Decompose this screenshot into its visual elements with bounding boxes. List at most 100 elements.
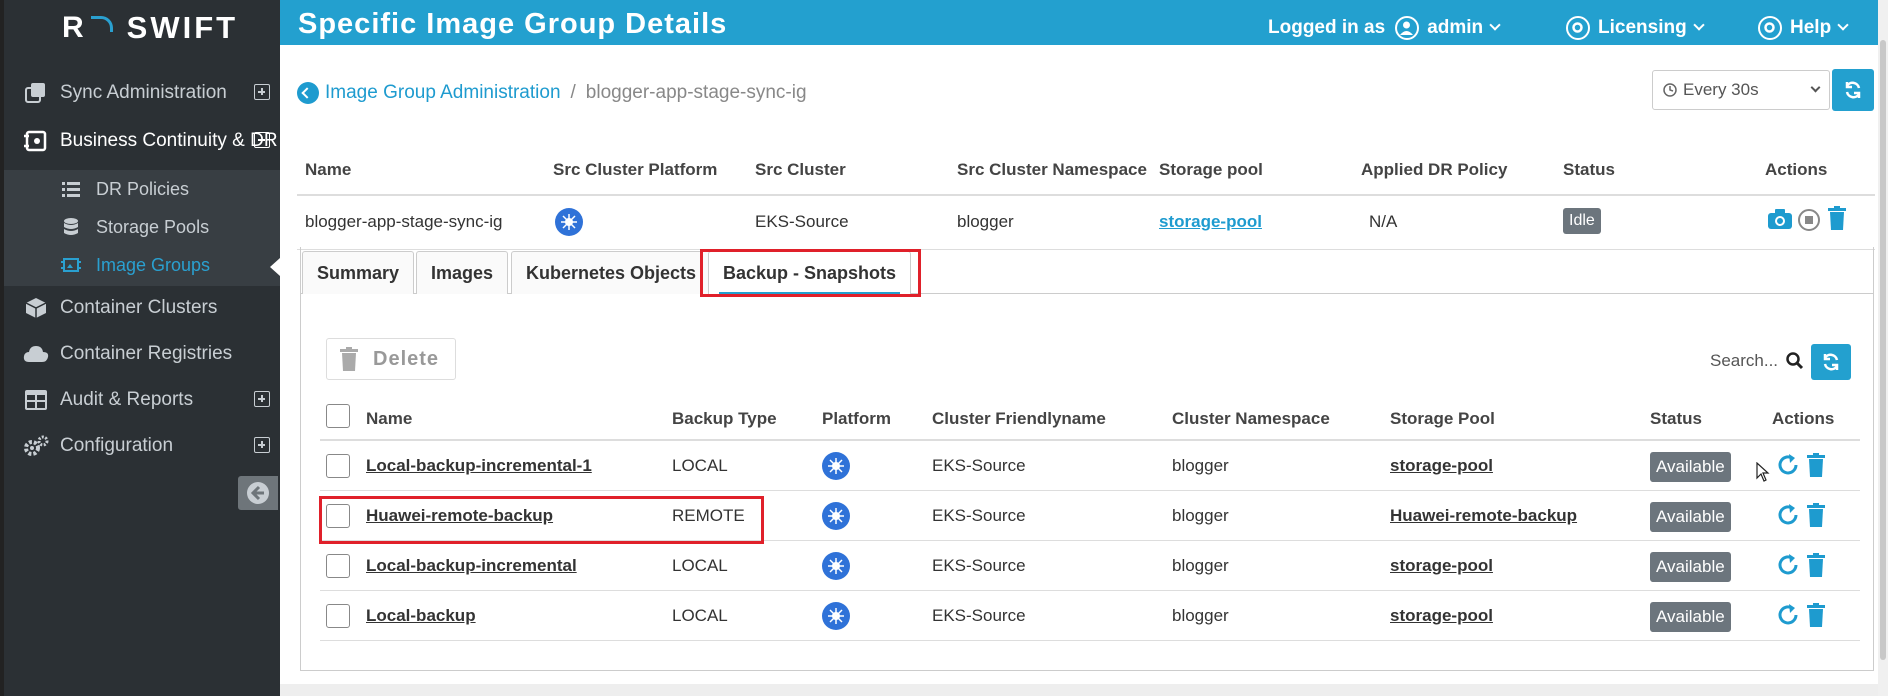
status-badge: Idle [1563,208,1601,234]
camera-icon[interactable] [1767,208,1793,235]
sidebar-subitem-image-groups[interactable]: Image Groups [4,246,280,284]
row-checkbox[interactable] [326,454,350,478]
sidebar-item-container-registries[interactable]: Container Registries [4,332,280,376]
scrollbar-thumb[interactable] [1880,40,1886,660]
src-cluster: EKS-Source [755,212,849,231]
user-icon [1395,16,1420,40]
column-header: Src Cluster Platform [553,160,718,179]
table-row: blogger-app-stage-sync-ig EKS-Source blo… [297,196,1875,250]
kubernetes-icon [555,208,583,237]
snapshot-name-link[interactable]: Local-backup [366,606,476,626]
sidebar-item-business-continuity[interactable]: Business Continuity & DR [4,119,280,163]
breadcrumb-parent-link[interactable]: Image Group Administration [325,82,561,104]
restore-icon[interactable] [1776,603,1800,632]
expand-icon[interactable] [254,391,270,407]
column-header: Status [1563,160,1615,179]
trash-icon[interactable] [1827,206,1847,235]
breadcrumb: Image Group Administration / blogger-app… [297,82,807,104]
delete-button[interactable]: Delete [326,338,456,380]
trash-icon[interactable] [1806,553,1826,582]
app-logo[interactable]: R SWIFT [62,8,238,48]
copy-icon [22,81,50,105]
cogs-icon [22,434,50,458]
sidebar-subitem-dr-policies[interactable]: DR Policies [4,170,280,208]
restore-icon[interactable] [1776,453,1800,482]
licensing-menu[interactable]: Licensing [1566,16,1705,40]
tab-images[interactable]: Images [416,251,509,294]
backup-type: LOCAL [672,606,728,625]
row-checkbox[interactable] [326,554,350,578]
subitem-label: Storage Pools [96,216,210,237]
logo-swoosh-icon [90,16,113,32]
snapshots-table-header: Name Backup Type Platform Cluster Friend… [320,395,1860,441]
refresh-button[interactable] [1832,69,1874,111]
snapshots-refresh-button[interactable] [1811,344,1851,380]
expand-icon[interactable] [254,84,270,100]
search-input[interactable]: Search... [1710,351,1778,371]
snapshot-name-link[interactable]: Local-backup-incremental-1 [366,456,592,476]
breadcrumb-current: blogger-app-stage-sync-ig [585,82,807,103]
user-menu[interactable]: Logged in as admin [1268,16,1501,40]
arrow-left-circle-icon [247,482,269,504]
highlight-box-row [319,496,764,544]
tab-kubernetes-objects[interactable]: Kubernetes Objects [511,251,712,294]
column-header: Cluster Friendlyname [932,409,1106,428]
storage-pool-link[interactable]: Huawei-remote-backup [1390,506,1577,526]
table-row: Local-backup-incremental-1 LOCAL EKS-Sou… [320,442,1860,491]
trash-icon [340,347,358,371]
storage-pool-link[interactable]: storage-pool [1159,212,1262,232]
kubernetes-icon [822,502,850,531]
storage-pool-link[interactable]: storage-pool [1390,556,1493,576]
help-menu[interactable]: Help [1758,16,1849,40]
column-header: Storage Pool [1390,409,1495,428]
lifebuoy-icon [1758,16,1782,40]
cluster-friendlyname: EKS-Source [932,456,1026,475]
column-header: Name [366,409,413,428]
table-row: Local-backup-incremental LOCAL EKS-Sourc… [320,542,1860,591]
search-icon[interactable] [1786,352,1804,375]
backup-type: LOCAL [672,556,728,575]
collapse-section-icon[interactable] [254,132,270,148]
logged-in-label: Logged in as [1268,17,1386,38]
stop-icon[interactable] [1797,208,1821,237]
column-header: Actions [1772,409,1835,428]
mouse-cursor-icon [1756,462,1770,482]
page-title: Specific Image Group Details [298,8,728,40]
trash-icon[interactable] [1806,453,1826,482]
src-namespace: blogger [957,212,1014,231]
sidebar-item-sync-administration[interactable]: Sync Administration [4,71,280,115]
sidebar-item-container-clusters[interactable]: Container Clusters [4,286,280,330]
tab-label: Images [431,262,494,283]
status-badge: Available [1650,602,1731,632]
cluster-friendlyname: EKS-Source [932,506,1026,525]
sidebar-item-label: Container Clusters [60,297,218,318]
table-icon [22,388,50,412]
tab-summary[interactable]: Summary [302,251,415,294]
group-name: blogger-app-stage-sync-ig [305,212,503,231]
trash-icon[interactable] [1806,603,1826,632]
sidebar-item-label: Business Continuity & DR [60,130,278,151]
sidebar-subitem-storage-pools[interactable]: Storage Pools [4,208,280,246]
cluster-namespace: blogger [1172,456,1229,475]
sidebar: R SWIFT Sync Administration Business Con… [4,0,280,696]
refresh-interval-select[interactable]: Every 30s [1652,70,1830,110]
logo-text: SWIFT [126,10,239,45]
column-header: Status [1650,409,1702,428]
row-checkbox[interactable] [326,604,350,628]
storage-pool-link[interactable]: storage-pool [1390,456,1493,476]
backup-type: LOCAL [672,456,728,475]
restore-icon[interactable] [1776,503,1800,532]
select-all-checkbox[interactable] [326,404,350,428]
expand-icon[interactable] [254,437,270,453]
snapshot-name-link[interactable]: Local-backup-incremental [366,556,577,576]
storage-pool-link[interactable]: storage-pool [1390,606,1493,626]
sidebar-collapse-button[interactable] [238,476,278,510]
page-header: Specific Image Group Details Logged in a… [280,0,1888,45]
back-arrow-icon[interactable] [297,82,319,104]
restore-icon[interactable] [1776,553,1800,582]
sidebar-item-label: Sync Administration [60,82,227,103]
trash-icon[interactable] [1806,503,1826,532]
sidebar-item-label: Container Registries [60,343,233,364]
sidebar-item-configuration[interactable]: Configuration [4,424,280,468]
sidebar-item-audit-reports[interactable]: Audit & Reports [4,378,280,422]
